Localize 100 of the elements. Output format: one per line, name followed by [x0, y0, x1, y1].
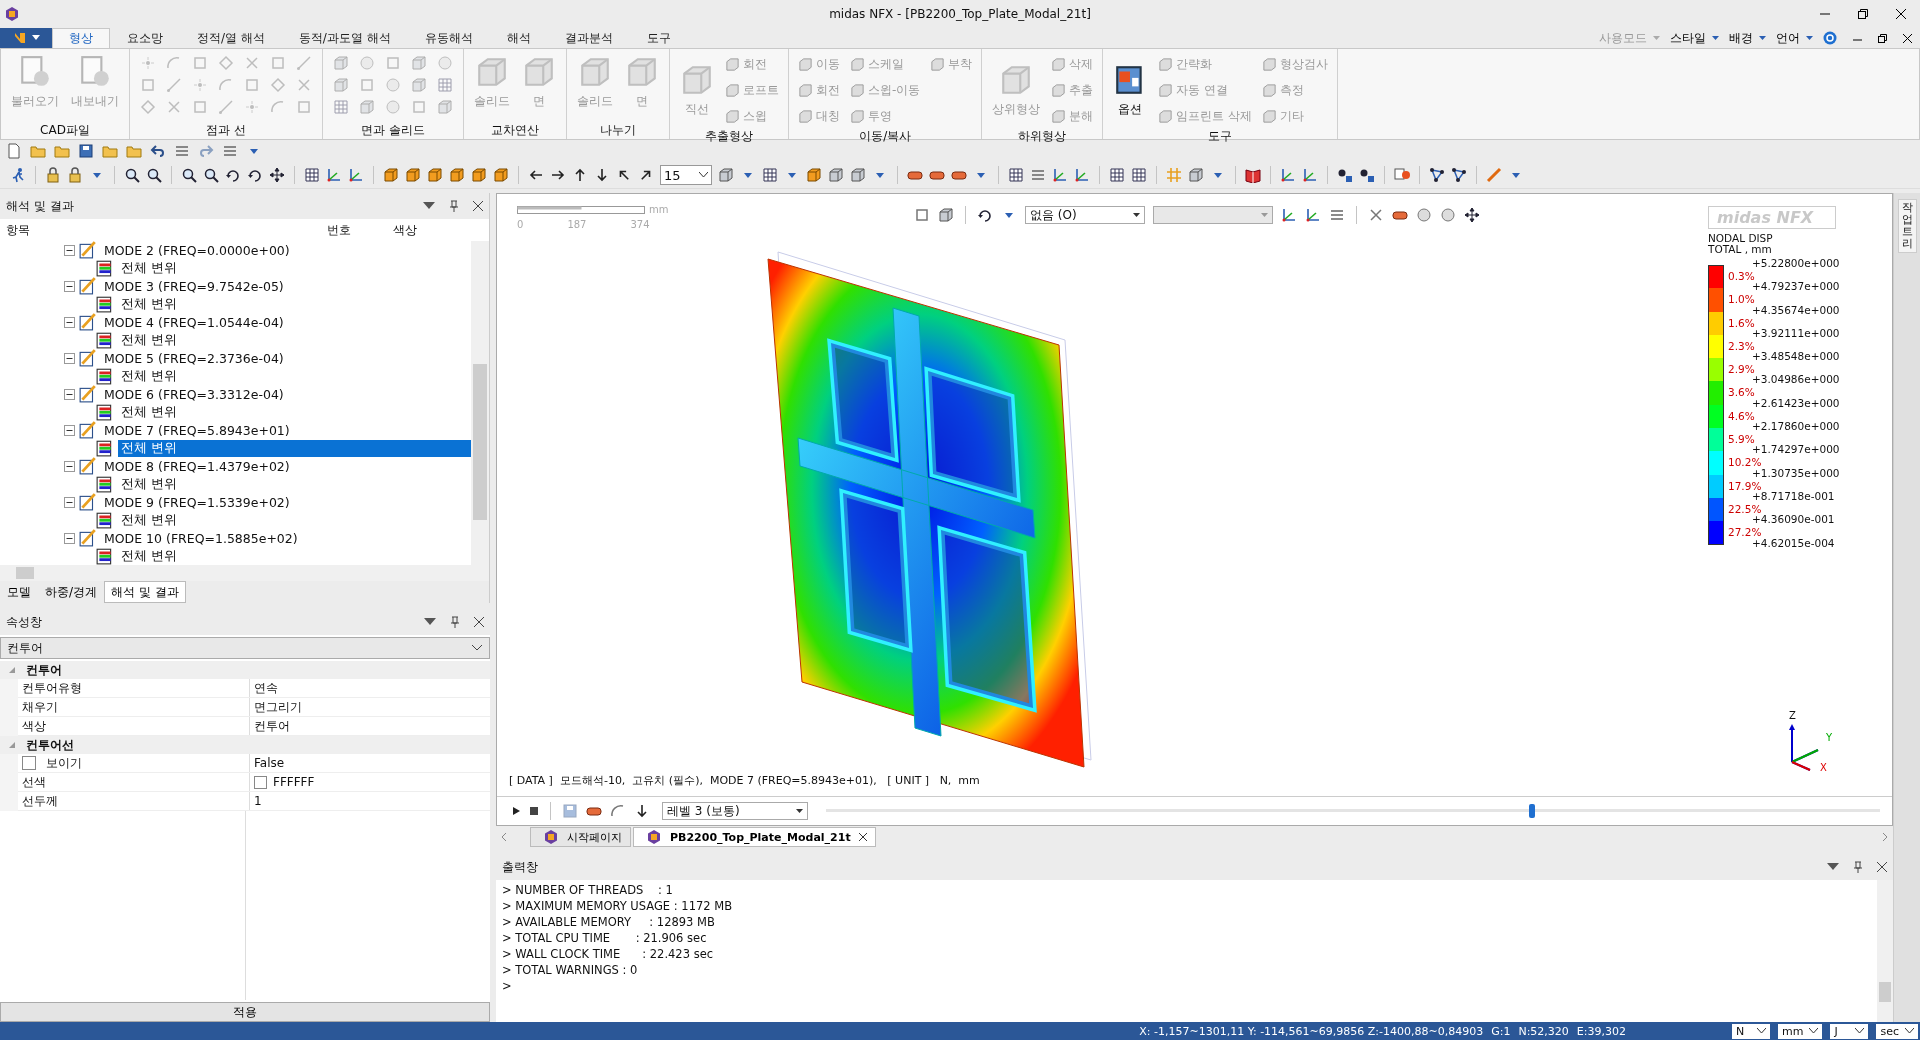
- collapse-icon[interactable]: [64, 316, 75, 328]
- rotate-icon[interactable]: [977, 207, 993, 223]
- axes-icon[interactable]: [1302, 167, 1318, 183]
- cube-icon[interactable]: [427, 167, 443, 183]
- book-icon[interactable]: [1245, 167, 1261, 183]
- pin-icon[interactable]: [1853, 861, 1863, 873]
- tree-item[interactable]: 전체 변위: [118, 295, 180, 313]
- save-icon[interactable]: [78, 143, 94, 159]
- column-header[interactable]: 번호: [321, 221, 387, 239]
- cross-icon[interactable]: [1368, 207, 1384, 223]
- tree-item[interactable]: 전체 변위: [118, 259, 180, 277]
- mesh-icon[interactable]: [762, 167, 778, 183]
- tree-item[interactable]: MODE 7 (FREQ=5.8943e+01): [101, 422, 293, 438]
- axes-icon[interactable]: [1305, 207, 1321, 223]
- pan-icon[interactable]: [269, 167, 285, 183]
- axes-icon[interactable]: [326, 167, 342, 183]
- close-icon[interactable]: [858, 833, 867, 841]
- ribbon-button[interactable]: 옵션: [1109, 60, 1152, 120]
- zoom-icon[interactable]: [146, 167, 162, 183]
- tree-item[interactable]: 전체 변위: [118, 331, 180, 349]
- axes-icon[interactable]: [1280, 167, 1296, 183]
- close-icon[interactable]: [1903, 33, 1912, 43]
- axes-icon[interactable]: [1052, 167, 1068, 183]
- arrow-icon[interactable]: [594, 167, 610, 183]
- tree-item[interactable]: 전체 변위: [118, 475, 180, 493]
- circle-icon[interactable]: [1416, 207, 1432, 223]
- pin-icon[interactable]: [449, 200, 459, 212]
- cube-icon[interactable]: [1188, 167, 1204, 183]
- cube-icon[interactable]: [405, 167, 421, 183]
- collapse-icon[interactable]: [64, 352, 75, 364]
- cube-icon[interactable]: [493, 167, 509, 183]
- close-icon[interactable]: [474, 617, 484, 627]
- unit-dropdown[interactable]: mm: [1778, 1023, 1823, 1039]
- app-menu-button[interactable]: [0, 28, 52, 48]
- grid-icon[interactable]: [1008, 167, 1024, 183]
- dropdown-icon[interactable]: [424, 618, 436, 626]
- property-value[interactable]: 연속: [254, 679, 278, 697]
- node-icon[interactable]: [1337, 167, 1353, 183]
- ribbon-tab[interactable]: 정적/열 해석: [180, 28, 282, 48]
- level-dropdown[interactable]: 레벨 3 (보통): [662, 802, 808, 820]
- plane-icon[interactable]: [1030, 167, 1046, 183]
- tree-item[interactable]: 전체 변위: [118, 511, 180, 529]
- help-icon[interactable]: [1823, 31, 1837, 45]
- list-icon[interactable]: [174, 143, 190, 159]
- ribbon-tab[interactable]: 해석: [489, 28, 548, 48]
- tree-item[interactable]: 전체 변위: [118, 439, 471, 457]
- display-dropdown[interactable]: 없음 (O): [1025, 206, 1145, 224]
- tree-item[interactable]: MODE 6 (FREQ=3.3312e-04): [101, 386, 287, 402]
- lock-icon[interactable]: [45, 167, 61, 183]
- ruler-icon[interactable]: [1486, 167, 1502, 183]
- tree-item[interactable]: MODE 10 (FREQ=1.5885e+02): [101, 530, 301, 546]
- tree-item[interactable]: 전체 변위: [118, 403, 180, 421]
- undo-icon[interactable]: [150, 143, 166, 159]
- menu-dropdown[interactable]: 언어: [1776, 29, 1813, 47]
- property-value[interactable]: FFFFFF: [273, 775, 315, 789]
- tree-item[interactable]: MODE 5 (FREQ=2.3736e-04): [101, 350, 287, 366]
- tree-item[interactable]: MODE 8 (FREQ=1.4379e+02): [101, 458, 293, 474]
- cube-icon[interactable]: [828, 167, 844, 183]
- property-value[interactable]: 컨투어: [254, 717, 290, 735]
- close-icon[interactable]: [1896, 9, 1906, 19]
- cube-icon[interactable]: [850, 167, 866, 183]
- scrollbar[interactable]: [0, 565, 489, 581]
- ribbon-tab[interactable]: 동적/과도열 해석: [281, 28, 408, 48]
- scrollbar[interactable]: [471, 241, 489, 565]
- tree-item[interactable]: 전체 변위: [118, 547, 180, 565]
- close-icon[interactable]: [1877, 862, 1887, 872]
- scroll-right-icon[interactable]: [1881, 832, 1889, 842]
- cube-icon[interactable]: [471, 167, 487, 183]
- cube-icon[interactable]: [806, 167, 822, 183]
- tree-item[interactable]: MODE 9 (FREQ=1.5339e+02): [101, 494, 293, 510]
- property-value[interactable]: False: [254, 756, 285, 770]
- pan-icon[interactable]: [1464, 207, 1480, 223]
- zoom-icon[interactable]: [203, 167, 219, 183]
- document-tab[interactable]: 시작페이지: [530, 827, 631, 847]
- scroll-left-icon[interactable]: [500, 832, 508, 842]
- collapse-icon[interactable]: [64, 424, 75, 436]
- tree-item[interactable]: 전체 변위: [118, 367, 180, 385]
- category-dropdown[interactable]: 컨투어: [0, 637, 490, 659]
- new-file-icon[interactable]: [6, 143, 22, 159]
- network-icon[interactable]: [1451, 167, 1467, 183]
- axes-icon[interactable]: [1281, 207, 1297, 223]
- ribbon-tab[interactable]: 형상: [52, 28, 110, 48]
- unit-dropdown[interactable]: N: [1732, 1023, 1770, 1039]
- unit-dropdown[interactable]: sec: [1876, 1023, 1918, 1039]
- play-icon[interactable]: [511, 806, 521, 816]
- side-tab[interactable]: 작업트리: [1897, 199, 1917, 254]
- column-header[interactable]: 항목: [0, 221, 321, 239]
- mesh-icon[interactable]: [1131, 167, 1147, 183]
- list-icon[interactable]: [222, 143, 238, 159]
- tree-item[interactable]: MODE 4 (FREQ=1.0544e-04): [101, 314, 287, 330]
- cube-icon[interactable]: [718, 167, 734, 183]
- unit-dropdown[interactable]: J: [1830, 1023, 1869, 1039]
- zoom-icon[interactable]: [181, 167, 197, 183]
- collapse-icon[interactable]: [64, 532, 75, 544]
- axes-icon[interactable]: [1074, 167, 1090, 183]
- menu-dropdown[interactable]: 스타일: [1670, 29, 1719, 47]
- collapse-icon[interactable]: [64, 496, 75, 508]
- scrollbar[interactable]: [1877, 880, 1893, 1022]
- rotate-icon[interactable]: [225, 167, 241, 183]
- download-icon[interactable]: [634, 803, 650, 819]
